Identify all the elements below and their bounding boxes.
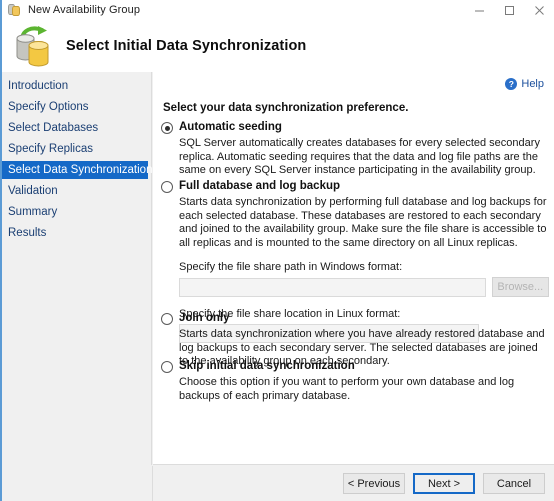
dialog-window: New Availability Group [0, 0, 554, 501]
database-sync-icon [14, 24, 60, 68]
help-label: Help [521, 78, 544, 90]
help-icon: ? [505, 78, 517, 90]
radio-join-only[interactable] [161, 313, 173, 325]
sidebar-item-summary[interactable]: Summary [2, 203, 151, 221]
maximize-button[interactable] [494, 0, 524, 20]
option-skip-initial-data-synchronization[interactable]: Skip initial data synchronization Choose… [161, 360, 549, 403]
sidebar-item-select-databases[interactable]: Select Databases [2, 119, 151, 137]
radio-automatic-seeding[interactable] [161, 122, 173, 134]
close-button[interactable] [524, 0, 554, 20]
footer-button-group: < Previous Next > Cancel [343, 473, 545, 494]
dialog-footer: < Previous Next > Cancel [153, 466, 554, 501]
browse-button[interactable]: Browse... [492, 277, 549, 297]
option-automatic-seeding[interactable]: Automatic seeding SQL Server automatical… [161, 121, 549, 178]
radio-skip-initial-data-synchronization[interactable] [161, 361, 173, 373]
sidebar-item-select-data-synchronization[interactable]: Select Data Synchronization [2, 161, 148, 179]
next-button[interactable]: Next > [413, 473, 475, 494]
sidebar-item-results[interactable]: Results [2, 224, 151, 242]
sidebar-item-specify-options[interactable]: Specify Options [2, 98, 151, 116]
cancel-button[interactable]: Cancel [483, 473, 545, 494]
option-label: Full database and log backup [179, 180, 340, 193]
option-label: Skip initial data synchronization [179, 360, 355, 373]
page-title: Select Initial Data Synchronization [66, 38, 306, 54]
option-description: Choose this option if you want to perfor… [179, 376, 549, 403]
minimize-button[interactable] [464, 0, 494, 20]
windows-path-input[interactable] [179, 278, 486, 297]
radio-full-database-and-log-backup[interactable] [161, 181, 173, 193]
sidebar-item-validation[interactable]: Validation [2, 182, 151, 200]
wizard-sidebar: Introduction Specify Options Select Data… [2, 72, 152, 465]
dialog-body: Introduction Specify Options Select Data… [2, 72, 554, 501]
window-controls [464, 0, 554, 20]
dialog-header: Select Initial Data Synchronization [2, 20, 554, 72]
windows-path-label: Specify the file share path in Windows f… [179, 261, 549, 273]
sidebar-item-specify-replicas[interactable]: Specify Replicas [2, 140, 151, 158]
content-pane: ? Help Select your data synchronization … [153, 72, 554, 465]
window-title: New Availability Group [28, 4, 140, 16]
option-description: Starts data synchronization by performin… [179, 196, 549, 250]
database-icon [8, 3, 22, 17]
footer-sidebar-fill [2, 466, 153, 501]
option-description: SQL Server automatically creates databas… [179, 137, 549, 178]
option-label: Automatic seeding [179, 121, 282, 134]
option-label: Join only [179, 312, 229, 325]
title-bar: New Availability Group [2, 0, 554, 20]
section-prompt: Select your data synchronization prefere… [163, 102, 408, 114]
previous-button[interactable]: < Previous [343, 473, 405, 494]
help-link[interactable]: ? Help [505, 78, 544, 90]
sidebar-item-introduction[interactable]: Introduction [2, 77, 151, 95]
